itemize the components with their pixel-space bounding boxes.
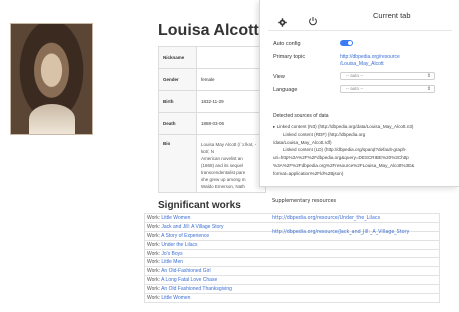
work-label: Work: [147, 214, 160, 221]
work-link[interactable]: An Old Fashioned Thanksgiving [161, 286, 232, 292]
work-label: Work: [147, 250, 160, 257]
language-select-value: -- auto -- [346, 86, 364, 91]
section-title: Significant works [158, 200, 241, 211]
info-table: Nickname Gender female Birth 1832-11-29 … [158, 46, 266, 193]
primary-topic-link-line: /Louisa_May_Alcott [340, 61, 384, 67]
work-row: Work: Little Men [144, 257, 440, 268]
work-link[interactable]: A Long Fatal Love Chase [161, 277, 217, 283]
detected-sources-list: ▸ Linked content (N3) (http://dbpedia.or… [273, 123, 457, 178]
work-label: Work: [147, 232, 160, 239]
work-label: Work: [147, 259, 160, 266]
detected-source-ld-cont: uri=http%3A%2F%2Fdbpedia.org&query=DESCR… [273, 155, 409, 161]
info-row-death: Death 1888-03-06 [158, 112, 266, 135]
work-label: Work: [147, 277, 160, 284]
popup-title: Current tab [373, 11, 411, 20]
work-link[interactable]: An Old-Fashioned Girl [161, 268, 210, 274]
work-link[interactable]: Under the Lilacs [161, 242, 197, 248]
power-icon[interactable] [308, 13, 318, 26]
work-row: Work: A Long Fatal Love Chase [144, 275, 440, 286]
info-key: Death [158, 112, 197, 135]
info-row-nickname: Nickname [158, 46, 266, 69]
bio-line: transcendentalist pare [201, 170, 246, 175]
work-label: Work: [147, 268, 160, 275]
view-select[interactable]: -- auto -- ⇕ [340, 72, 435, 80]
work-label: Work: [147, 294, 160, 301]
supplementary-link[interactable]: http://dbpedia.org/resource/Under_the_Li… [272, 212, 409, 226]
detected-source-ld-cont: %3A%2F%2Fdbpedia.org%2Fresource%2FLouisa… [273, 162, 415, 168]
work-row: Work: Under the Lilacs [144, 239, 440, 250]
portrait-collar [29, 104, 75, 134]
chevron-updown-icon: ⇕ [426, 73, 431, 79]
work-link[interactable]: A Story of Experience [161, 233, 209, 239]
info-row-gender: Gender female [158, 68, 266, 91]
work-row: Work: An Old-Fashioned Girl [144, 266, 440, 277]
info-key: Birth [158, 90, 197, 113]
bio-line: American novelist an [201, 156, 243, 161]
info-key: Gender [158, 68, 197, 91]
info-key: Bio [158, 134, 197, 193]
work-link[interactable]: Little Women [161, 295, 190, 301]
bio-text: Louisa May Alcott (/ˈɔːlkət, -kɒt/; N Am… [196, 134, 266, 193]
detected-source-ld-cont: format=application%2Fld%2Bjson) [273, 170, 344, 176]
language-label: Language [273, 87, 298, 93]
primary-topic-link-line: http://dbpedia.org/resource [340, 54, 400, 60]
info-row-bio: Bio Louisa May Alcott (/ˈɔːlkət, -kɒt/; … [158, 134, 266, 193]
divider [268, 30, 452, 31]
info-key: Nickname [158, 46, 197, 69]
primary-topic-link[interactable]: http://dbpedia.org/resource /Louisa_May_… [340, 54, 400, 68]
supplementary-title: Supplementary resources [272, 198, 337, 204]
detected-source-n3[interactable]: ▸ Linked content (N3) (http://dbpedia.or… [273, 123, 457, 131]
work-link[interactable]: Little Women [161, 215, 190, 221]
detected-sources-title: Detected sources of data [273, 113, 329, 119]
work-link[interactable]: Jo's Boys [161, 251, 182, 257]
work-row: Work: An Old Fashioned Thanksgiving [144, 284, 440, 295]
bio-line: Waldo Emerson, Nath [201, 184, 245, 189]
author-portrait [10, 23, 93, 135]
work-label: Work: [147, 241, 160, 248]
view-select-value: -- auto -- [346, 73, 364, 78]
chevron-updown-icon: ⇕ [426, 86, 431, 92]
supplementary-list: http://dbpedia.org/resource/Under_the_Li… [272, 212, 409, 240]
page-title: Louisa Alcott [158, 22, 259, 39]
supplementary-link[interactable]: http://dbpedia.org/resource/Jack_and_Jil… [272, 226, 409, 240]
gear-icon[interactable] [278, 14, 287, 27]
info-value: 1888-03-06 [196, 112, 266, 135]
info-value [196, 46, 266, 69]
work-label: Work: [147, 286, 160, 293]
bio-line: she grew up among m [201, 177, 246, 182]
info-value: 1832-11-29 [196, 90, 266, 113]
view-label: View [273, 74, 285, 80]
primary-topic-label: Primary topic [273, 54, 306, 60]
work-link[interactable]: Jack and Jill: A Village Story [161, 224, 223, 230]
language-select[interactable]: -- auto -- ⇕ [340, 85, 435, 93]
work-row: Work: Jo's Boys [144, 248, 440, 259]
work-label: Work: [147, 223, 160, 230]
bio-line: Louisa May Alcott (/ˈɔːlkət, -kɒt/; N [201, 142, 257, 154]
bio-line: (1868) and its sequel [201, 163, 244, 168]
info-value: female [196, 68, 266, 91]
work-link[interactable]: Little Men [161, 259, 183, 265]
detected-source-ld[interactable]: Linked content (LD) (http://dbpedia.org/… [273, 146, 457, 154]
auto-config-label: Auto config [273, 41, 301, 47]
info-row-birth: Birth 1832-11-29 [158, 90, 266, 113]
detected-source-rdf-cont: /data/Louisa_May_Alcott.rdf) [273, 139, 332, 145]
detected-source-rdf[interactable]: Linked content (RDF) (http://dbpedia.org [273, 131, 457, 139]
work-row: Work: Little Women [144, 293, 440, 303]
extension-popup: Current tab Auto config Primary topic ht… [259, 0, 459, 187]
auto-config-toggle[interactable] [340, 40, 353, 46]
